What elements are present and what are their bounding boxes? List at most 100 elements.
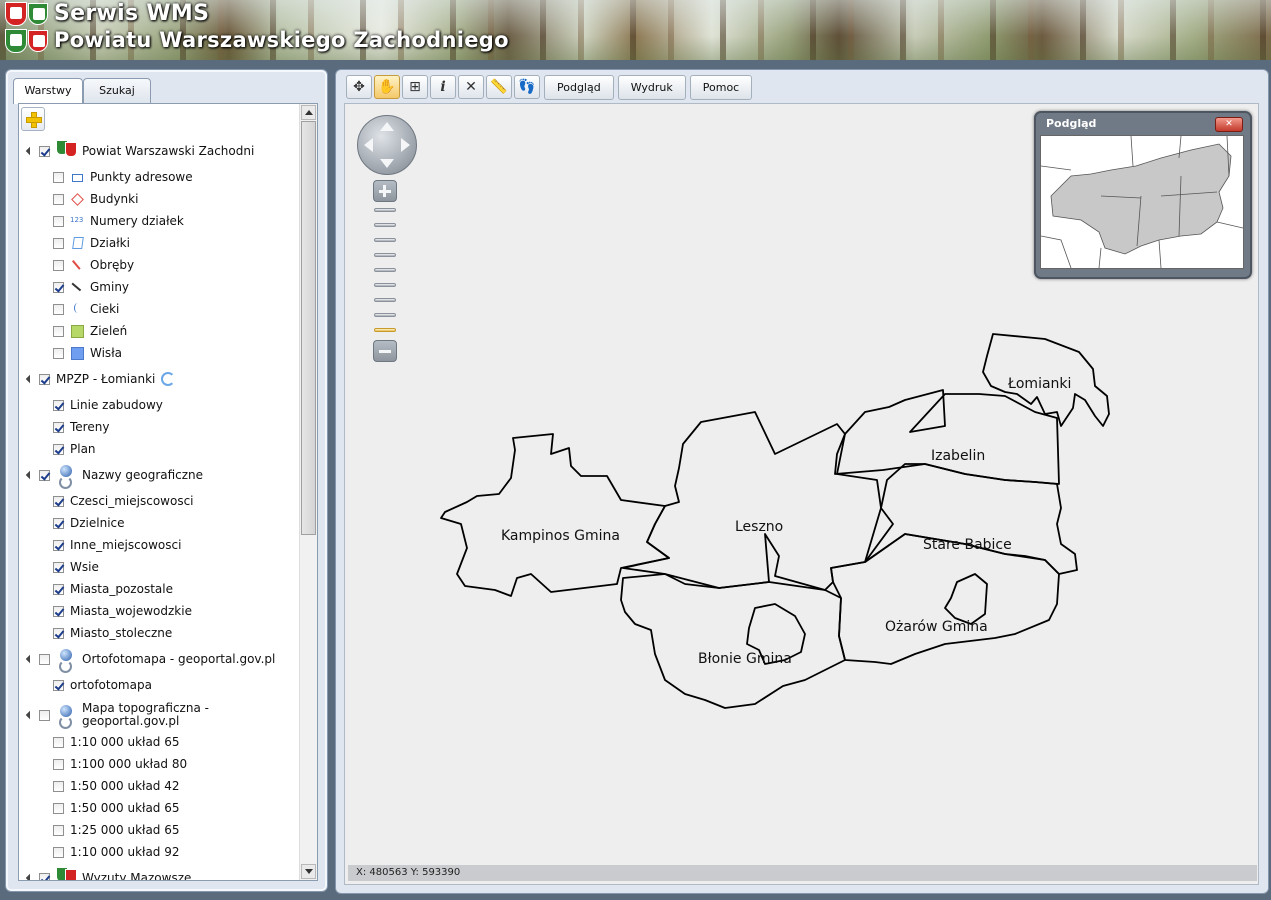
zoom-level-8[interactable] bbox=[374, 313, 396, 317]
layer-group-5: Wyzuty Mazowsze bbox=[25, 867, 191, 880]
layer-checkbox[interactable] bbox=[53, 846, 64, 858]
layer-label: Punkty adresowe bbox=[90, 170, 193, 184]
pan-right-icon[interactable] bbox=[401, 138, 410, 152]
scroll-down-icon[interactable] bbox=[301, 864, 316, 879]
tab-layers[interactable]: Warstwy bbox=[13, 78, 83, 104]
expander-icon[interactable] bbox=[25, 873, 35, 880]
layer-checkbox[interactable] bbox=[53, 758, 64, 770]
layer-group-checkbox[interactable] bbox=[39, 145, 50, 157]
layer-checkbox[interactable] bbox=[53, 303, 64, 315]
hand-icon[interactable]: ✋ bbox=[374, 75, 400, 99]
layer-checkbox[interactable] bbox=[53, 193, 64, 205]
layer-item-4-2: 1:50 000 układ 42 bbox=[53, 776, 180, 796]
layer-checkbox[interactable] bbox=[53, 802, 64, 814]
layer-item-0-4: Obręby bbox=[53, 255, 134, 275]
map-canvas[interactable]: Łomianki Izabelin Kampinos Gmina Leszno … bbox=[344, 103, 1259, 885]
layer-checkbox[interactable] bbox=[53, 583, 64, 595]
layer-checkbox[interactable] bbox=[53, 780, 64, 792]
overview-map-svg bbox=[1041, 136, 1243, 268]
zoom-level-7[interactable] bbox=[374, 298, 396, 302]
zoom-level-6[interactable] bbox=[374, 283, 396, 287]
footprints-icon[interactable]: 👣 bbox=[514, 75, 540, 99]
layer-group-2: Nazwy geograficzne bbox=[25, 465, 203, 489]
layer-label: Tereny bbox=[70, 420, 110, 434]
layer-checkbox[interactable] bbox=[53, 325, 64, 337]
pan-left-icon[interactable] bbox=[364, 138, 373, 152]
pan-arrows-icon[interactable]: ✥ bbox=[346, 75, 372, 99]
layer-checkbox[interactable] bbox=[53, 679, 64, 691]
layer-checkbox[interactable] bbox=[53, 561, 64, 573]
info-icon[interactable]: i bbox=[430, 75, 456, 99]
layer-item-0-7: Zieleń bbox=[53, 321, 127, 341]
layer-checkbox[interactable] bbox=[53, 399, 64, 411]
tab-search[interactable]: Szukaj bbox=[83, 78, 151, 103]
ruler-icon[interactable]: 📏 bbox=[486, 75, 512, 99]
zoom-level-3[interactable] bbox=[374, 238, 396, 242]
expander-icon[interactable] bbox=[25, 374, 35, 384]
layer-item-4-1: 1:100 000 układ 80 bbox=[53, 754, 187, 774]
site-subtitle: Powiatu Warszawskiego Zachodniego bbox=[54, 28, 509, 52]
scroll-up-icon[interactable] bbox=[301, 105, 316, 120]
help-button[interactable]: Pomoc bbox=[689, 74, 753, 100]
overview-map[interactable] bbox=[1040, 135, 1244, 269]
overview-window: Podgląd ✕ bbox=[1034, 111, 1252, 279]
plus-icon bbox=[26, 112, 42, 128]
overview-close-button[interactable]: ✕ bbox=[1215, 117, 1243, 132]
expander-icon[interactable] bbox=[25, 710, 35, 720]
zoom-in-button[interactable] bbox=[373, 180, 397, 202]
layer-checkbox[interactable] bbox=[53, 736, 64, 748]
expander-icon[interactable] bbox=[25, 654, 35, 664]
layer-checkbox[interactable] bbox=[53, 495, 64, 507]
pan-down-icon[interactable] bbox=[380, 159, 394, 168]
layer-label: ortofotomapa bbox=[70, 678, 152, 692]
preview-button[interactable]: Podgląd bbox=[544, 74, 614, 100]
layer-checkbox[interactable] bbox=[53, 627, 64, 639]
zoom-level-1[interactable] bbox=[374, 208, 396, 212]
layer-item-2-1: Dzielnice bbox=[53, 513, 125, 533]
layer-label: Plan bbox=[70, 442, 96, 456]
layer-group-checkbox[interactable] bbox=[39, 872, 50, 880]
zoom-level-4[interactable] bbox=[374, 253, 396, 257]
layer-label: Działki bbox=[90, 236, 130, 250]
municipality-blonie-boundary bbox=[620, 573, 846, 709]
crest-icon bbox=[56, 140, 77, 162]
layer-tree-scrollbar[interactable] bbox=[299, 104, 317, 880]
zoom-level-9[interactable] bbox=[374, 328, 396, 332]
layer-checkbox[interactable] bbox=[53, 171, 64, 183]
municipality-ozarow-inner-boundary bbox=[944, 573, 988, 625]
expander-icon[interactable] bbox=[25, 146, 35, 156]
layer-group-checkbox[interactable] bbox=[39, 373, 50, 385]
layer-item-1-0: Linie zabudowy bbox=[53, 395, 163, 415]
layer-checkbox[interactable] bbox=[53, 443, 64, 455]
layer-checkbox[interactable] bbox=[53, 605, 64, 617]
tools-icon[interactable]: ✕ bbox=[458, 75, 484, 99]
layer-checkbox[interactable] bbox=[53, 539, 64, 551]
layer-checkbox[interactable] bbox=[53, 824, 64, 836]
layer-checkbox[interactable] bbox=[53, 215, 64, 227]
layer-checkbox[interactable] bbox=[53, 347, 64, 359]
zoom-box-icon[interactable]: ⊞ bbox=[402, 75, 428, 99]
add-layer-button[interactable] bbox=[21, 107, 45, 131]
zoom-out-button[interactable] bbox=[373, 340, 397, 362]
layer-item-0-0: Punkty adresowe bbox=[53, 167, 193, 187]
layer-checkbox[interactable] bbox=[53, 517, 64, 529]
layer-group-checkbox[interactable] bbox=[39, 709, 50, 721]
layer-checkbox[interactable] bbox=[53, 237, 64, 249]
coordinates-status: X: 480563 Y: 593390 bbox=[348, 865, 1257, 881]
layer-checkbox[interactable] bbox=[53, 281, 64, 293]
expander-icon[interactable] bbox=[25, 470, 35, 480]
layer-group-checkbox[interactable] bbox=[39, 653, 50, 665]
layer-group-checkbox[interactable] bbox=[39, 469, 50, 481]
layer-checkbox[interactable] bbox=[53, 259, 64, 271]
print-button[interactable]: Wydruk bbox=[617, 74, 686, 100]
layer-label: Budynki bbox=[90, 192, 139, 206]
scroll-thumb[interactable] bbox=[301, 121, 316, 535]
zoom-level-5[interactable] bbox=[374, 268, 396, 272]
layer-label: Miasto_stoleczne bbox=[70, 626, 173, 640]
layer-item-0-3: Działki bbox=[53, 233, 130, 253]
layer-label: 1:25 000 układ 65 bbox=[70, 823, 180, 837]
layer-checkbox[interactable] bbox=[53, 421, 64, 433]
pan-control[interactable] bbox=[357, 115, 417, 175]
pan-up-icon[interactable] bbox=[380, 122, 394, 131]
zoom-level-2[interactable] bbox=[374, 223, 396, 227]
